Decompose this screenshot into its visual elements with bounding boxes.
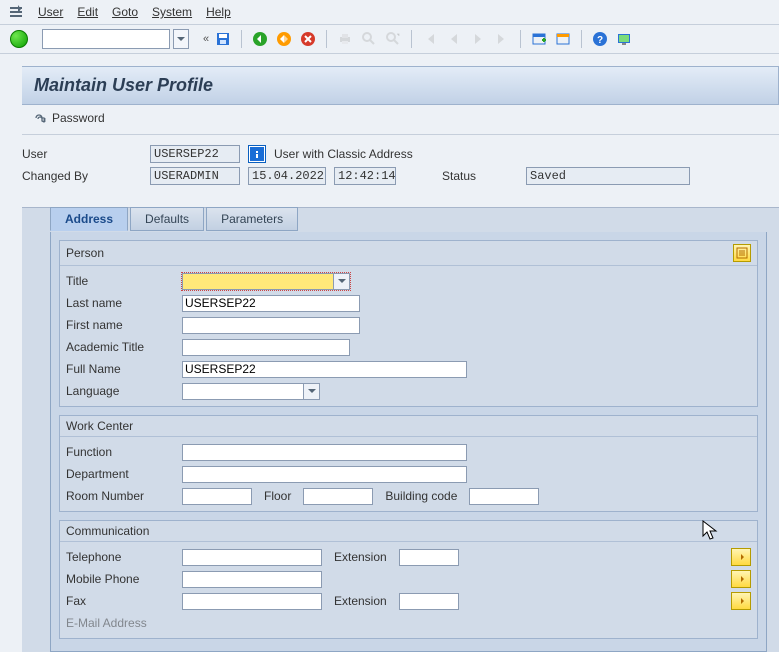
room-label: Room Number [66,489,176,503]
menu-goto[interactable]: Goto [112,5,138,19]
language-label: Language [66,384,176,398]
status-label: Status [442,169,518,183]
fax-ext-label: Extension [334,594,387,608]
exit-icon[interactable] [274,29,294,49]
tel-ext-input[interactable] [399,549,459,566]
mobile-more-button[interactable] [731,570,751,588]
changed-by-label: Changed By [22,169,142,183]
app-toolbar: Password [22,105,779,135]
header-fields: User USERSEP22 User with Classic Address… [22,139,779,199]
building-input[interactable] [469,488,539,505]
tab-defaults[interactable]: Defaults [130,207,204,231]
menu-icon[interactable] [8,4,24,20]
building-label: Building code [385,489,457,503]
password-label: Password [52,111,105,125]
menu-user[interactable]: User [38,5,63,19]
find-icon [359,29,379,49]
full-name-label: Full Name [66,362,176,376]
cancel-icon[interactable] [298,29,318,49]
department-input[interactable] [182,466,467,483]
info-icon[interactable] [248,145,266,163]
telephone-input[interactable] [182,549,322,566]
history-back-icon[interactable]: « [203,33,209,45]
first-page-icon [420,29,440,49]
shortcut-icon[interactable] [553,29,573,49]
function-label: Function [66,445,176,459]
classic-address-label: User with Classic Address [274,147,413,161]
fax-input[interactable] [182,593,322,610]
last-name-input[interactable] [182,295,360,312]
tel-ext-label: Extension [334,550,387,564]
command-dropdown[interactable] [173,29,189,49]
page-title: Maintain User Profile [34,75,766,96]
first-name-input[interactable] [182,317,360,334]
tab-body: Person Title Last name [50,232,767,652]
group-workcenter-title: Work Center [66,419,133,433]
tabstrip: Address Defaults Parameters [50,207,779,231]
svg-text:?: ? [597,35,603,46]
group-workcenter: Work Center Function Department Room Num… [59,415,758,512]
password-button[interactable]: Password [32,111,105,125]
print-icon [335,29,355,49]
function-input[interactable] [182,444,467,461]
language-select[interactable] [182,383,320,400]
floor-label: Floor [264,489,291,503]
chevron-down-icon[interactable] [303,384,319,399]
changed-time: 12:42:14 [334,167,396,185]
menu-system[interactable]: System [152,5,192,19]
person-details-button[interactable] [733,244,751,262]
user-label: User [22,147,142,161]
command-input[interactable] [42,29,170,49]
full-name-input[interactable] [182,361,467,378]
status-value: Saved [526,167,690,185]
local-layout-icon[interactable] [614,29,634,49]
chevron-down-icon[interactable] [333,274,349,289]
menubar: User Edit Goto System Help [0,0,779,25]
group-person-title: Person [66,246,104,260]
prev-page-icon [444,29,464,49]
first-name-label: First name [66,318,176,332]
menu-help[interactable]: Help [206,5,231,19]
last-page-icon [492,29,512,49]
tab-address[interactable]: Address [50,207,128,231]
back-icon[interactable] [250,29,270,49]
toolbar: « ? [0,25,779,54]
fax-label: Fax [66,594,176,608]
group-person: Person Title Last name [59,240,758,407]
floor-input[interactable] [303,488,373,505]
title-label: Title [66,274,176,288]
group-communication-title: Communication [66,524,149,538]
title-bar: Maintain User Profile [22,66,779,105]
user-value: USERSEP22 [150,145,240,163]
menu-edit[interactable]: Edit [77,5,98,19]
save-icon[interactable] [213,29,233,49]
help-f1-icon[interactable]: ? [590,29,610,49]
changed-by-value: USERADMIN [150,167,240,185]
last-name-label: Last name [66,296,176,310]
fax-more-button[interactable] [731,592,751,610]
fax-ext-input[interactable] [399,593,459,610]
academic-input[interactable] [182,339,350,356]
telephone-label: Telephone [66,550,176,564]
mobile-label: Mobile Phone [66,572,176,586]
room-input[interactable] [182,488,252,505]
email-label: E-Mail Address [66,616,176,630]
tel-more-button[interactable] [731,548,751,566]
title-select[interactable] [182,273,350,290]
next-page-icon [468,29,488,49]
content-pane: Address Defaults Parameters Person Title [22,207,779,652]
changed-date: 15.04.2022 [248,167,326,185]
department-label: Department [66,467,176,481]
mobile-input[interactable] [182,571,322,588]
status-ok-icon[interactable] [10,30,28,48]
group-communication: Communication Telephone Extension Mobile… [59,520,758,639]
academic-label: Academic Title [66,340,176,354]
tab-parameters[interactable]: Parameters [206,207,298,231]
new-session-icon[interactable] [529,29,549,49]
find-next-icon [383,29,403,49]
